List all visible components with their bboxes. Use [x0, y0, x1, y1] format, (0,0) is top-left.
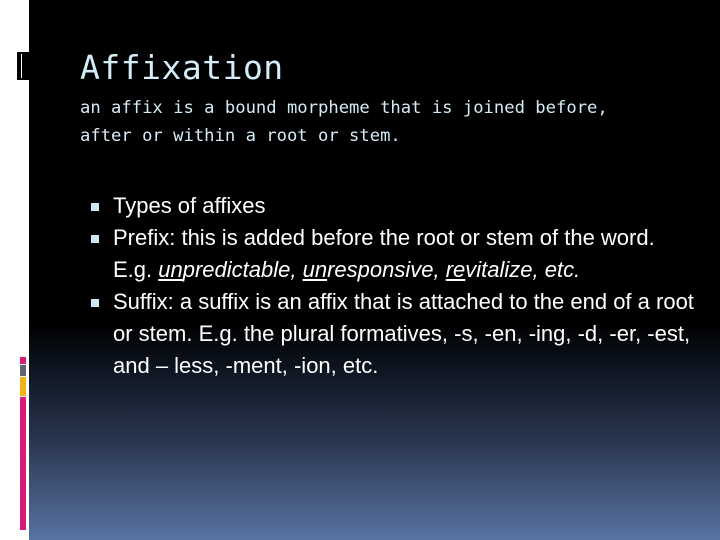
example-prefix: un	[158, 257, 183, 282]
example-tail: , etc.	[532, 257, 581, 282]
decorative-mark-line	[21, 54, 22, 78]
square-bullet-icon	[91, 235, 99, 243]
slide-canvas: Affixation an affix is a bound morpheme …	[29, 0, 720, 540]
bullet-list: Types of affixes Prefix: this is added b…	[87, 190, 697, 382]
accent-bar-pink-small	[20, 357, 26, 364]
example-rest: responsive	[327, 257, 434, 282]
example-word: unpredictable	[158, 257, 290, 282]
accent-bar-pink-long	[20, 397, 26, 530]
bullet-item-suffix: Suffix: a suffix is an affix that is att…	[87, 286, 697, 382]
square-bullet-icon	[91, 203, 99, 211]
example-rest: predictable	[182, 257, 291, 282]
accent-bar-orange	[20, 377, 26, 396]
example-separator: ,	[290, 257, 303, 282]
example-word: unresponsive	[303, 257, 434, 282]
example-prefix: un	[302, 257, 328, 282]
accent-bar-gray	[20, 365, 26, 376]
example-rest: vitalize	[465, 257, 533, 282]
bullet-text: Suffix: a suffix is an affix that is att…	[113, 289, 694, 378]
example-prefix: re	[445, 257, 466, 282]
slide-title: Affixation	[80, 48, 284, 87]
example-word: revitalize	[446, 257, 533, 282]
left-decorative-strip	[0, 0, 30, 540]
bullet-text: Types of affixes	[113, 193, 266, 218]
slide-subtitle: an affix is a bound morpheme that is joi…	[80, 98, 608, 146]
bullet-item-prefix: Prefix: this is added before the root or…	[87, 222, 697, 286]
square-bullet-icon	[91, 299, 99, 307]
example-separator: ,	[433, 257, 446, 282]
bullet-item-types: Types of affixes	[87, 190, 697, 222]
